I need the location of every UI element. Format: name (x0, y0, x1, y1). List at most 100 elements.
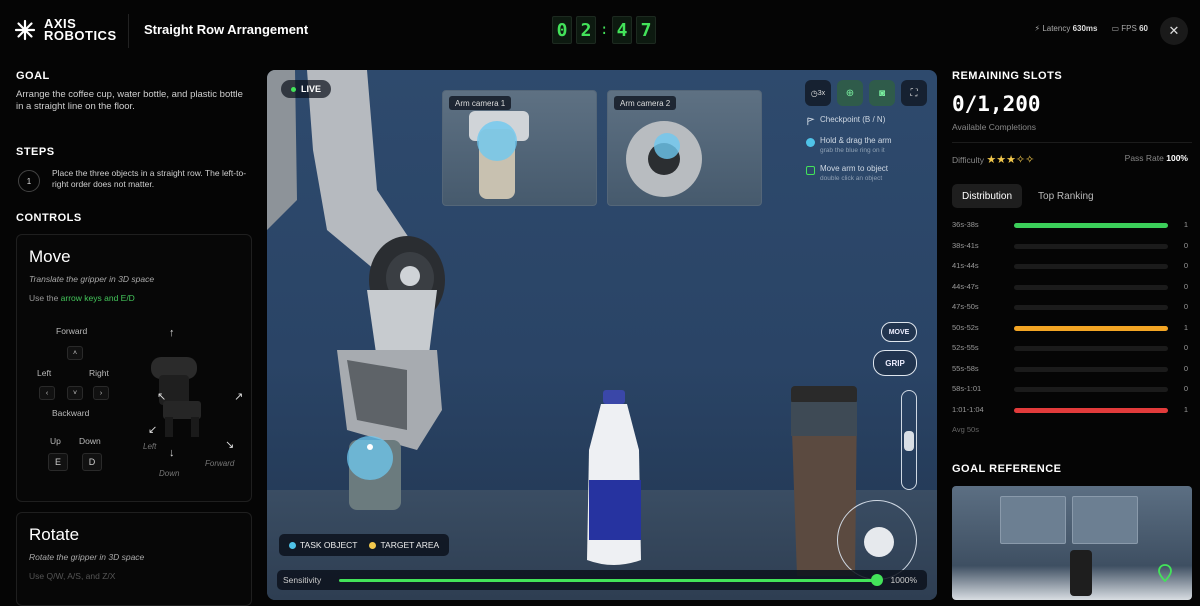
fullscreen-button[interactable]: ⛶ (901, 80, 927, 106)
rotate-subtitle: Rotate the gripper in 3D space (29, 552, 145, 562)
sensitivity-value: 1000% (890, 575, 917, 585)
diagram-forward-label: Forward (205, 459, 235, 468)
distribution-row: 47s-50s 0 (952, 302, 1188, 312)
goal-text: Arrange the coffee cup, water bottle, an… (16, 89, 243, 112)
distribution-count: 0 (1183, 240, 1188, 250)
distribution-bar-track (1014, 264, 1168, 269)
distribution-bar-track (1014, 387, 1168, 392)
fps-label: FPS (1121, 24, 1137, 33)
grip-button[interactable]: GRIP (873, 350, 917, 376)
goal-reference-camera-1 (1000, 496, 1066, 544)
timer-digit: 2 (576, 16, 596, 44)
key-up[interactable]: ˄ (67, 346, 83, 360)
sensitivity-track[interactable] (339, 579, 879, 582)
flag-icon (807, 117, 815, 126)
latency-label: Latency (1042, 24, 1071, 33)
arrow-up-icon: ↑ (169, 327, 175, 339)
timer-digit: 4 (612, 16, 632, 44)
sensitivity-label: Sensitivity (283, 575, 322, 585)
distribution-bar-track (1014, 407, 1168, 413)
step-number: 1 (18, 170, 40, 192)
key-d[interactable]: D (82, 453, 102, 471)
distribution-bar (1014, 325, 1168, 331)
live-badge: LIVE (281, 80, 332, 98)
distribution-range-label: 58s-1:01 (952, 384, 982, 393)
distribution-count: 0 (1183, 281, 1188, 291)
tab-distribution[interactable]: Distribution (952, 184, 1023, 208)
distribution-count: 0 (1183, 343, 1188, 352)
water-bottle[interactable] (579, 390, 649, 570)
arm-camera-1-feed[interactable]: Arm camera 1 (442, 90, 597, 206)
move-controls-card: Move Translate the gripper in 3D space U… (16, 234, 252, 502)
tab-top-ranking[interactable]: Top Ranking (1028, 184, 1104, 208)
simulation-viewport[interactable]: LIVE Arm camera 1 Arm camera 2 ◷ 3x ⊕ ◙ ⛶… (267, 70, 937, 600)
difficulty-stars: ★★★✧✧ (986, 154, 1035, 166)
object-legend: TASK OBJECT TARGET AREA (279, 534, 450, 556)
speed-button[interactable]: ◷ 3x (805, 80, 831, 106)
joystick[interactable] (837, 500, 917, 580)
distribution-range-label: 38s-41s (952, 240, 979, 250)
timer-digit: 7 (636, 16, 656, 44)
distribution-row: 44s-47s 0 (952, 282, 1188, 292)
move-to-object-subtitle: double click an object (820, 175, 883, 182)
distribution-row: 1:01-1:04 1 (952, 405, 1188, 415)
reset-view-button[interactable]: ⊕ (837, 80, 863, 106)
sensitivity-bar: Sensitivity 1000% (277, 570, 927, 590)
screenshot-button[interactable]: ◙ (869, 80, 895, 106)
checkpoint-hint[interactable]: Checkpoint (B / N) (820, 115, 885, 124)
legend-task-object: TASK OBJECT (289, 540, 357, 550)
move-subtitle: Translate the gripper in 3D space (29, 274, 155, 284)
steps-title: STEPS (16, 146, 55, 158)
right-label: Right (89, 368, 109, 378)
legend-task-label: TASK OBJECT (300, 540, 358, 550)
close-button[interactable]: ✕ (1160, 17, 1188, 45)
remaining-slots-value: 0/1,200 (952, 92, 1041, 116)
arm-camera-2-feed[interactable]: Arm camera 2 (607, 90, 762, 206)
distribution-range-label: 52s-55s (952, 343, 979, 352)
distribution-bar-track (1014, 325, 1168, 331)
left-label: Left (37, 368, 52, 378)
key-e[interactable]: E (48, 453, 68, 471)
task-object-grab-handle[interactable] (347, 436, 393, 480)
distribution-row: 58s-1:01 0 (952, 384, 1188, 394)
step-text: Place the three objects in a straight ro… (52, 168, 247, 189)
distribution-range-label: 55s-58s (952, 363, 979, 373)
camera-1-handle (477, 121, 517, 161)
sensitivity-knob[interactable] (871, 574, 883, 586)
distribution-count: 1 (1183, 220, 1188, 229)
latency-value: 630ms (1072, 24, 1098, 33)
height-slider-knob[interactable] (904, 431, 914, 451)
divider (952, 142, 1192, 143)
key-down[interactable]: ˅ (67, 386, 83, 400)
joystick-knob[interactable] (864, 527, 894, 557)
move-mode-button[interactable]: MOVE (881, 322, 917, 342)
stats-tabs: Distribution Top Ranking (952, 184, 1104, 208)
arrow-up-right-icon: ↗ (234, 391, 244, 403)
hold-drag-title: Hold & drag the arm (820, 136, 892, 145)
distribution-count: 1 (1183, 404, 1188, 414)
distribution-range-label: 36s-38s (952, 220, 979, 229)
pass-rate-value: 100% (1166, 153, 1188, 163)
distribution-bar (1014, 223, 1168, 228)
height-slider[interactable] (901, 390, 917, 490)
key-right[interactable]: › (93, 386, 109, 400)
distribution-count: 0 (1183, 363, 1188, 373)
distribution-row: 38s-41s 0 (952, 241, 1188, 251)
backward-label: Backward (52, 408, 90, 418)
distribution-bar-track (1014, 223, 1168, 228)
logo-icon (14, 19, 36, 41)
rotate-hint: Use Q/W, A/S, and Z/X (29, 571, 116, 581)
diagram-left-label: Left (143, 442, 157, 451)
goal-reference-title: GOAL REFERENCE (952, 463, 1062, 475)
hold-drag-hint: Hold & drag the arm grab the blue ring on… (820, 136, 892, 154)
fps-stat: ▭ FPS 60 (1112, 24, 1149, 33)
target-icon (806, 166, 815, 175)
goal-reference-image[interactable] (952, 486, 1192, 600)
speed-icon: ◷ (810, 88, 818, 98)
forward-label: Forward (56, 326, 88, 336)
key-left[interactable]: ‹ (39, 386, 55, 400)
stats-panel: REMAINING SLOTS 0/1,200 Available Comple… (946, 62, 1200, 606)
move-hint-prefix: Use the (29, 293, 61, 303)
distribution-range-label: 47s-50s (952, 302, 979, 311)
distribution-bar-track (1014, 284, 1168, 290)
